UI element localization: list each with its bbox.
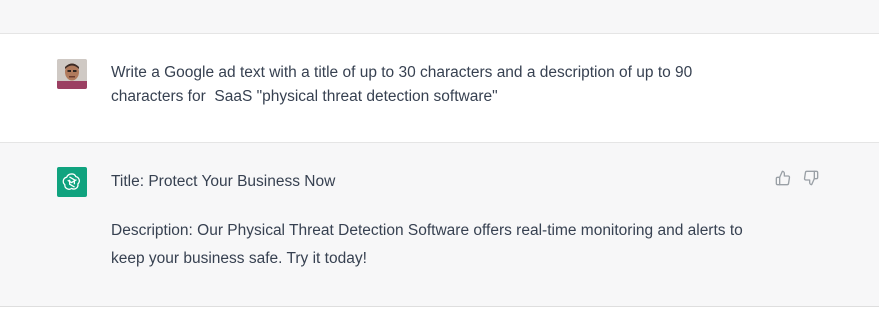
top-band: [0, 0, 879, 34]
user-avatar: [57, 59, 87, 89]
user-message-text: Write a Google ad text with a title of u…: [111, 64, 697, 105]
feedback-buttons: [774, 169, 820, 187]
user-message-row: Write a Google ad text with a title of u…: [0, 34, 879, 143]
thumbs-down-icon[interactable]: [802, 169, 820, 187]
openai-logo-icon: [57, 167, 87, 197]
bottom-band: [0, 307, 879, 323]
assistant-message-row: Title: Protect Your Business Now Descrip…: [0, 143, 879, 307]
assistant-description-line: Description: Our Physical Threat Detecti…: [111, 222, 743, 267]
user-avatar-image: [57, 59, 87, 89]
assistant-title-line: Title: Protect Your Business Now: [111, 173, 336, 190]
thumbs-up-icon[interactable]: [774, 169, 792, 187]
